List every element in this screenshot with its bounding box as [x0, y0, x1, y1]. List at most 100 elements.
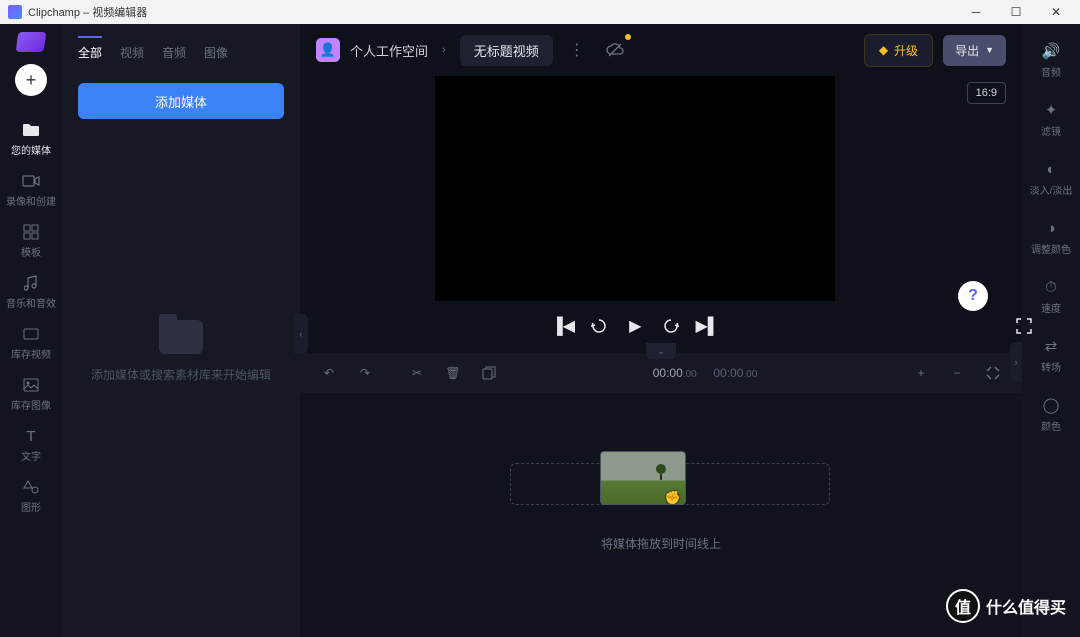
nav-text[interactable]: T 文字 [0, 420, 62, 471]
delete-button[interactable]: 🗑 [438, 358, 468, 388]
watermark-badge: 值 [946, 589, 980, 623]
camera-icon [21, 173, 41, 189]
fullscreen-button[interactable] [1013, 315, 1035, 337]
skip-start-button[interactable]: ▐◀ [552, 315, 574, 337]
timeline-drop-hint: 将媒体拖放到时间线上 [330, 535, 992, 552]
collapse-panel-button[interactable]: ‹ [294, 314, 308, 354]
project-name-input[interactable]: 无标题视频 [460, 35, 553, 66]
duplicate-button[interactable] [474, 358, 504, 388]
expand-timeline-button[interactable]: ⌄ [646, 343, 676, 359]
diamond-icon: ◆ [879, 43, 888, 57]
undo-button[interactable]: ↶ [314, 358, 344, 388]
empty-folder-icon [159, 320, 203, 354]
help-button[interactable]: ? [958, 281, 988, 311]
more-menu-button[interactable]: ⋮ [563, 36, 591, 64]
image-icon [21, 377, 41, 393]
timeline-area[interactable]: ✊ 将媒体拖放到时间线上 [300, 393, 1022, 637]
speed-icon: ⏱ [1045, 278, 1057, 296]
window-title: Clipchamp – 视频编辑器 [28, 4, 956, 20]
timecode-current: 00:00 [653, 366, 683, 380]
text-icon: T [21, 428, 41, 444]
prop-label: 颜色 [1041, 418, 1061, 433]
left-sidebar: + 您的媒体 录像和创建 模板 音乐和音效 库存视频 库存图像 T 文字 [0, 24, 62, 637]
tab-image[interactable]: 图像 [204, 36, 228, 69]
export-button[interactable]: 导出 ▼ [943, 35, 1006, 66]
window-titlebar: Clipchamp – 视频编辑器 ─ ☐ ✕ [0, 0, 1080, 24]
media-tabs: 全部 视频 音频 图像 [78, 36, 284, 69]
rewind-button[interactable] [588, 315, 610, 337]
nav-music-sfx[interactable]: 音乐和音效 [0, 267, 62, 318]
prop-label: 音频 [1041, 64, 1061, 79]
forward-button[interactable] [660, 315, 682, 337]
folder-icon [21, 122, 41, 138]
timecode-total-sub: .00 [743, 369, 757, 380]
nav-label: 图形 [21, 499, 41, 514]
redo-button[interactable]: ↷ [350, 358, 380, 388]
tab-all[interactable]: 全部 [78, 36, 102, 69]
video-preview-canvas[interactable] [435, 76, 835, 301]
nav-label: 音乐和音效 [6, 295, 56, 310]
empty-hint-text: 添加媒体或搜索素材库来开始编辑 [91, 366, 271, 384]
contrast-icon: ◑ [1046, 219, 1055, 237]
app-icon [8, 5, 22, 19]
nav-label: 库存图像 [11, 397, 51, 412]
nav-label: 您的媒体 [11, 142, 51, 157]
cloud-sync-button[interactable] [601, 36, 629, 64]
timeline-toolbar: ↶ ↷ ✂ 🗑 00:00.00 00:00.00 + − [300, 353, 1022, 393]
prop-fade[interactable]: ◐ 淡入/淡出 [1022, 152, 1080, 205]
prop-color[interactable]: ◯ 颜色 [1022, 388, 1080, 441]
media-empty-state: 添加媒体或搜索素材库来开始编辑 [78, 109, 284, 595]
skip-end-button[interactable]: ▶▌ [696, 315, 718, 337]
chevron-down-icon: ▼ [985, 45, 994, 55]
shapes-icon [21, 479, 41, 495]
tab-audio[interactable]: 音频 [162, 36, 186, 69]
prop-label: 调整颜色 [1031, 241, 1071, 256]
nav-your-media[interactable]: 您的媒体 [0, 114, 62, 165]
nav-label: 模板 [21, 244, 41, 259]
upgrade-button[interactable]: ◆ 升级 [864, 34, 933, 67]
window-minimize-button[interactable]: ─ [956, 0, 996, 24]
nav-shapes[interactable]: 图形 [0, 471, 62, 522]
nav-stock-image[interactable]: 库存图像 [0, 369, 62, 420]
window-close-button[interactable]: ✕ [1036, 0, 1076, 24]
tab-video[interactable]: 视频 [120, 36, 144, 69]
workspace-name[interactable]: 个人工作空间 [350, 41, 428, 60]
nav-label: 库存视频 [11, 346, 51, 361]
chevron-right-icon: › [442, 44, 446, 56]
upgrade-label: 升级 [894, 42, 918, 59]
export-label: 导出 [955, 42, 979, 59]
collapse-right-button[interactable]: › [1010, 342, 1022, 382]
fade-icon: ◐ [1046, 160, 1055, 178]
playback-controls: ▐◀ ▶ ▶▌ [435, 315, 835, 337]
transition-icon: ⇄ [1045, 337, 1058, 355]
wand-icon: ✦ [1045, 101, 1058, 119]
grab-cursor-icon: ✊ [665, 490, 681, 505]
zoom-fit-button[interactable] [978, 358, 1008, 388]
zoom-in-button[interactable]: + [906, 358, 936, 388]
add-button[interactable]: + [15, 64, 47, 96]
video-icon [21, 326, 41, 342]
aspect-ratio-button[interactable]: 16:9 [967, 82, 1006, 104]
zoom-out-button[interactable]: − [942, 358, 972, 388]
timecode-display: 00:00.00 00:00.00 [653, 366, 758, 380]
templates-icon [21, 224, 41, 240]
play-button[interactable]: ▶ [624, 315, 646, 337]
split-button[interactable]: ✂ [402, 358, 432, 388]
prop-label: 速度 [1041, 300, 1061, 315]
prop-adjust-color[interactable]: ◑ 调整颜色 [1022, 211, 1080, 264]
window-maximize-button[interactable]: ☐ [996, 0, 1036, 24]
prop-audio[interactable]: 🔊 音频 [1022, 34, 1080, 87]
dragging-media-thumbnail[interactable]: ✊ [600, 451, 686, 505]
prop-label: 淡入/淡出 [1030, 182, 1073, 197]
workspace-avatar-icon[interactable]: 👤 [316, 38, 340, 62]
media-panel: 全部 视频 音频 图像 添加媒体 添加媒体或搜索素材库来开始编辑 ‹ [62, 24, 300, 637]
center-area: 👤 个人工作空间 › 无标题视频 ⋮ ◆ 升级 导出 ▼ ▐◀ ▶ ▶▌ [300, 24, 1022, 637]
nav-templates[interactable]: 模板 [0, 216, 62, 267]
speaker-icon: 🔊 [1042, 42, 1061, 60]
nav-record-create[interactable]: 录像和创建 [0, 165, 62, 216]
watermark: 值 什么值得买 [946, 589, 1066, 623]
prop-filters[interactable]: ✦滤镜 [1022, 93, 1080, 146]
logo-icon [16, 32, 47, 52]
palette-icon: ◯ [1043, 396, 1060, 414]
nav-stock-video[interactable]: 库存视频 [0, 318, 62, 369]
